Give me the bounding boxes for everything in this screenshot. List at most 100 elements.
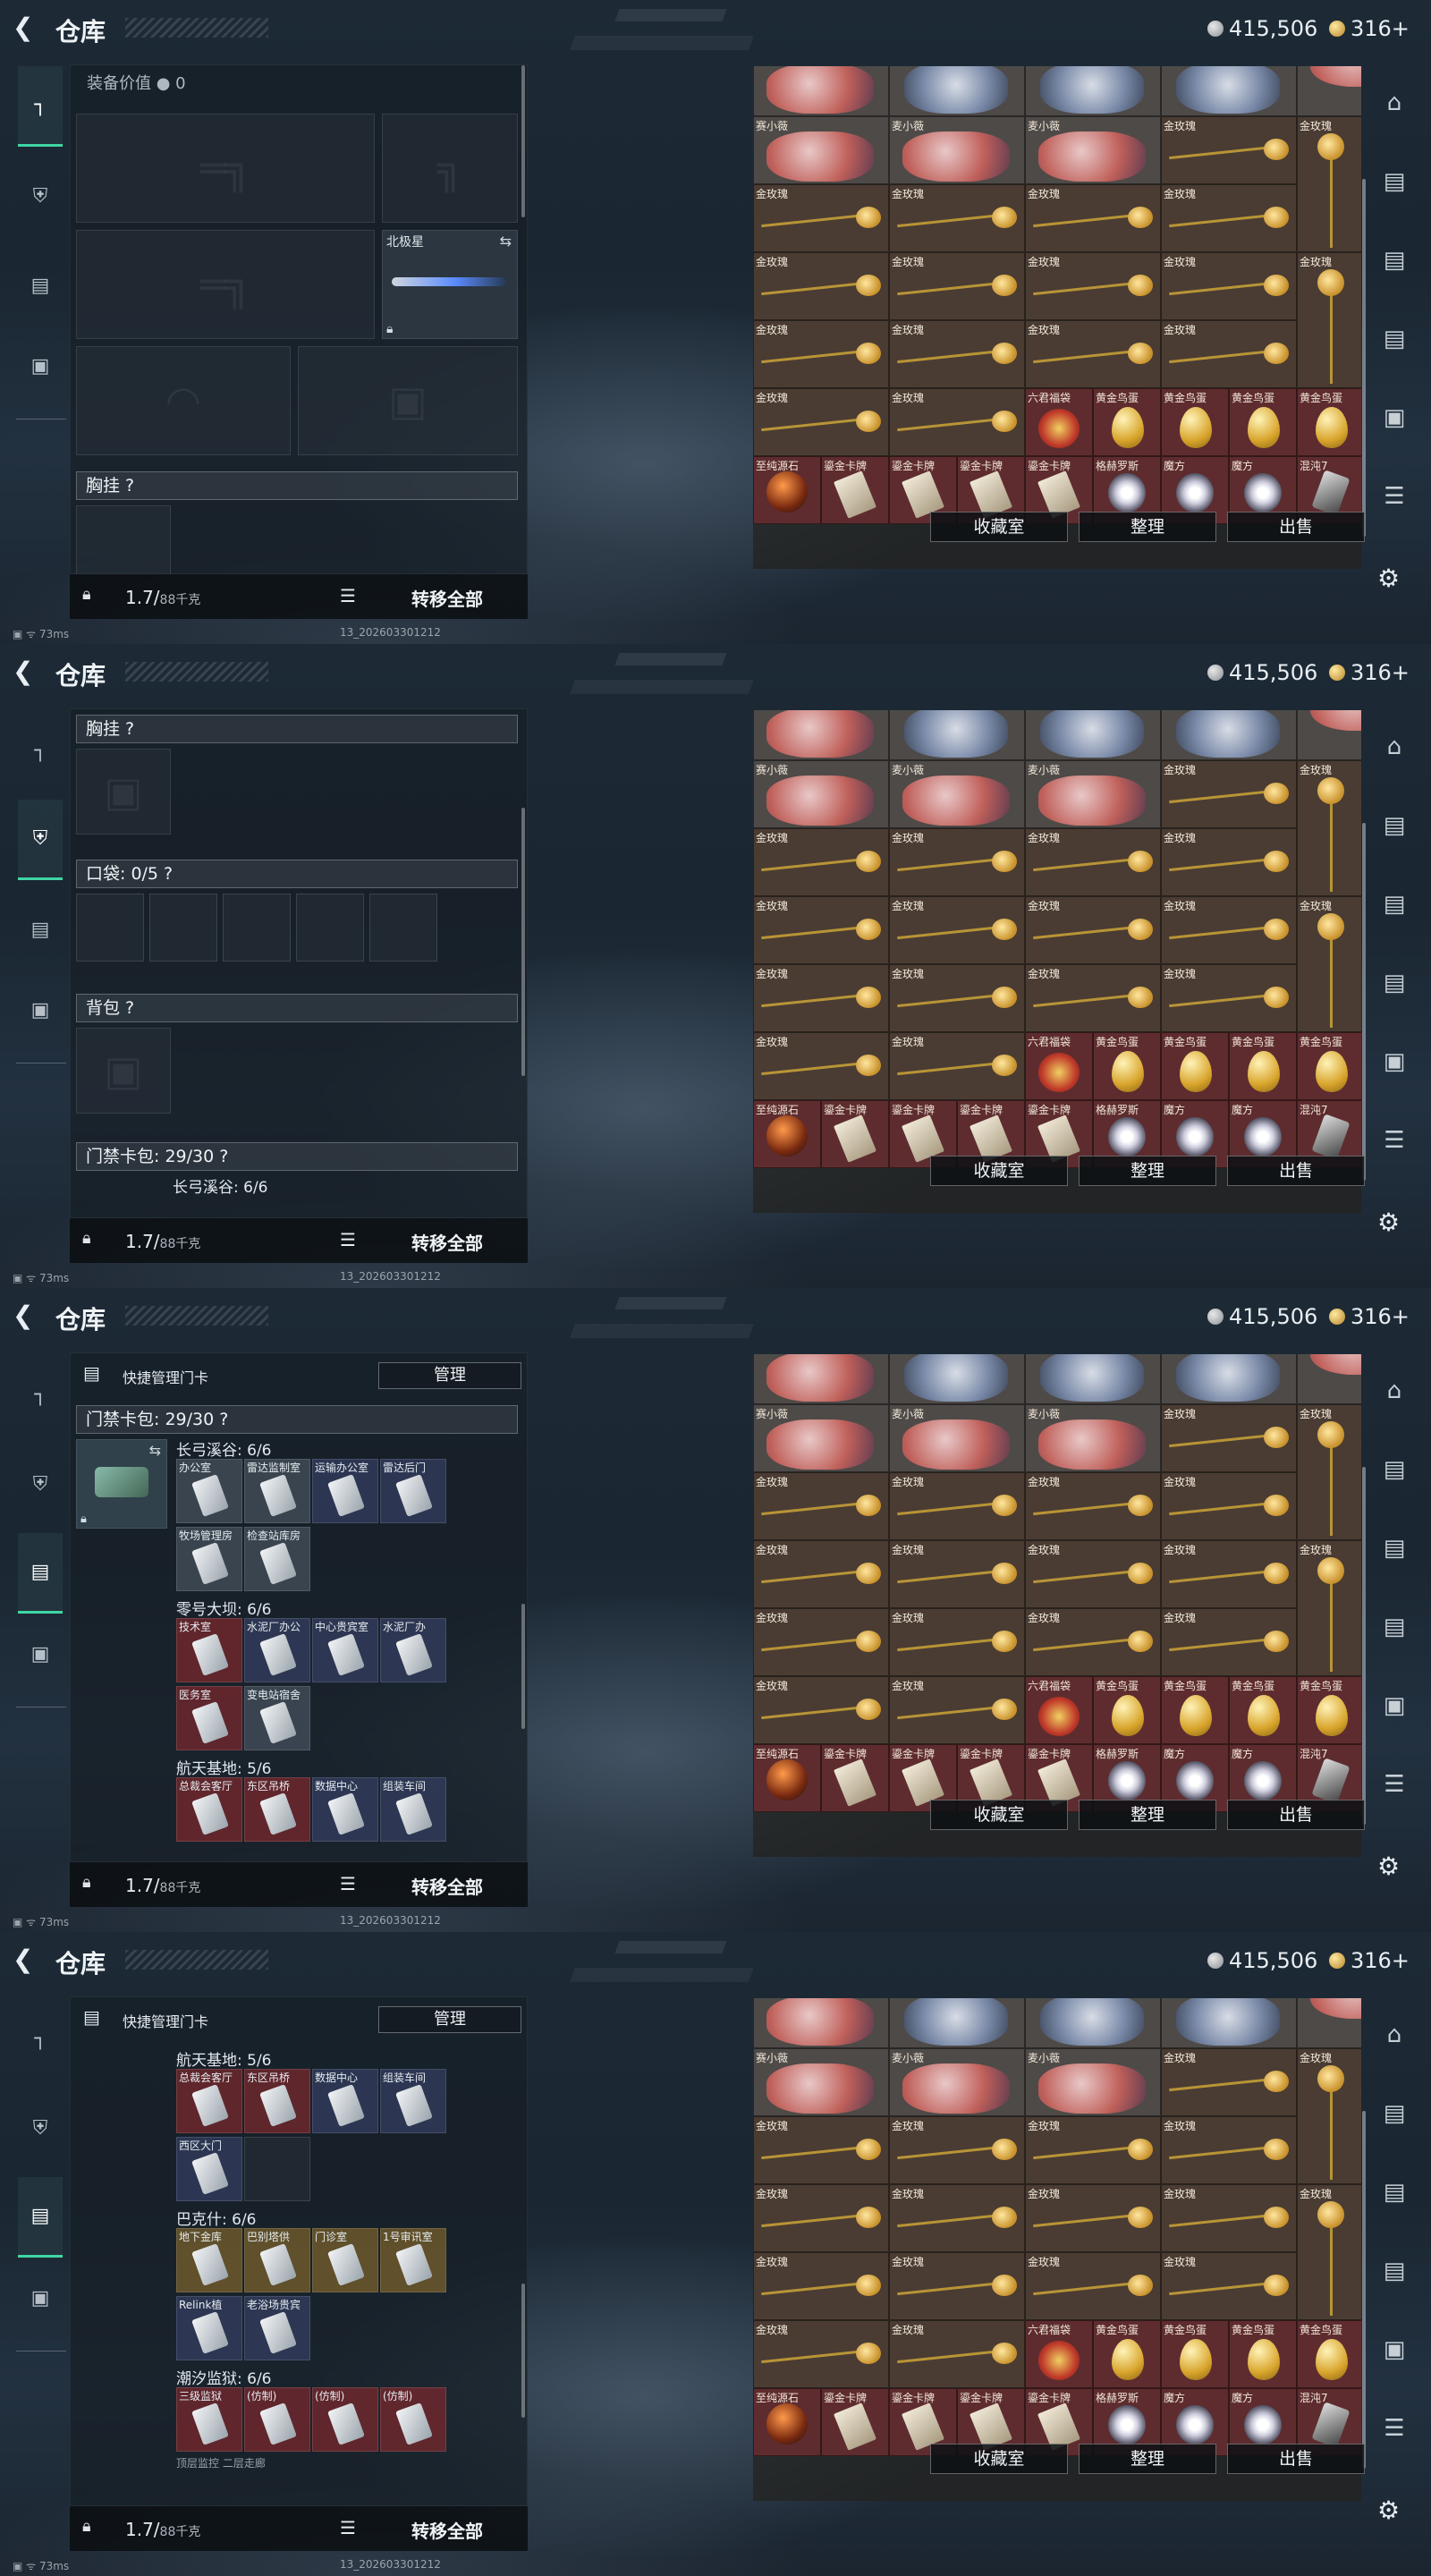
pocket-slot[interactable] xyxy=(149,894,217,962)
stash-item[interactable]: 赛小薇 xyxy=(753,760,889,828)
stash-item[interactable]: 金玫瑰 xyxy=(889,1676,1025,1744)
stash-item[interactable]: 金玫瑰 xyxy=(1297,1540,1361,1676)
case-icon[interactable]: ▤ xyxy=(1376,2174,1413,2211)
stash-item[interactable]: 麦小薇 xyxy=(889,2048,1025,2116)
arch-icon[interactable]: ⌂ xyxy=(1376,2016,1413,2054)
stash-item[interactable]: 金玫瑰 xyxy=(1161,320,1297,388)
helmet-slot[interactable]: ◠ xyxy=(76,346,291,455)
pocket-slot[interactable] xyxy=(296,894,364,962)
keycard-item[interactable]: 组装车间 xyxy=(380,2069,446,2133)
stash-item[interactable]: 金玫瑰 xyxy=(1025,1608,1161,1676)
vest-slot[interactable]: ▣ xyxy=(76,749,171,835)
keycard-item[interactable]: Relink植 xyxy=(176,2296,242,2360)
stash-item[interactable]: 金玫瑰 xyxy=(1161,1472,1297,1540)
stash-item[interactable]: 阿米娅 xyxy=(1025,710,1161,760)
stash-item[interactable]: 黄金鸟蛋 xyxy=(1093,1032,1161,1100)
stash-item[interactable]: 金玫瑰 xyxy=(753,828,889,896)
camera-icon[interactable]: ▣ xyxy=(1376,399,1413,436)
pocket-slot[interactable] xyxy=(369,894,437,962)
stash-item[interactable]: 金玫瑰 xyxy=(1025,896,1161,964)
stash-item[interactable]: 金玫瑰 xyxy=(753,1540,889,1608)
camera-icon[interactable]: ▣ xyxy=(1376,2331,1413,2368)
stash-item[interactable]: 黄金鸟蛋 xyxy=(1161,388,1229,456)
gear-icon[interactable]: ⚙ xyxy=(1377,1852,1400,1881)
stash-item[interactable]: 金玫瑰 xyxy=(889,2320,1025,2388)
keycard-item[interactable]: 医务室 xyxy=(176,1686,242,1750)
tab-case[interactable]: ▣ xyxy=(18,970,63,1050)
stash-item[interactable]: 黄金鸟蛋 xyxy=(1161,2320,1229,2388)
stash-item[interactable]: 金玫瑰 xyxy=(1025,1472,1161,1540)
vest-slot[interactable] xyxy=(76,505,171,575)
stash-item[interactable]: 金玫瑰 xyxy=(889,1032,1025,1100)
stash-item[interactable]: 金玫瑰 xyxy=(1025,252,1161,320)
case-icon[interactable]: ▤ xyxy=(1376,163,1413,200)
keycard-item[interactable]: 西区大门 xyxy=(176,2137,242,2201)
keycard-item[interactable]: 雷达监制室 xyxy=(244,1459,310,1523)
stash-item[interactable]: 阿米娅 xyxy=(1161,1998,1297,2048)
sell-button[interactable]: 出售 xyxy=(1227,1800,1365,1830)
lock-icon[interactable]: 🔒︎ xyxy=(82,1873,98,1893)
stash-item[interactable]: 金玫瑰 xyxy=(1161,828,1297,896)
stash-item[interactable]: 金玫瑰 xyxy=(1161,184,1297,252)
stash-item[interactable]: 金玫瑰 xyxy=(753,1032,889,1100)
stash-item[interactable]: 金玫瑰 xyxy=(753,964,889,1032)
lock-icon[interactable]: 🔒︎ xyxy=(82,585,98,605)
sort-button[interactable]: 整理 xyxy=(1079,2444,1216,2474)
stash-item[interactable]: 黄金鸟蛋 xyxy=(1093,1676,1161,1744)
sell-button[interactable]: 出售 xyxy=(1227,512,1365,542)
back-icon[interactable]: ❮ xyxy=(13,1302,43,1329)
chevron-icon[interactable]: ☰ xyxy=(1376,478,1413,515)
tab-weapon[interactable]: ┐ xyxy=(18,66,63,147)
stash-item[interactable]: 鎏金卡牌 xyxy=(821,456,889,524)
stash-item[interactable]: 金玫瑰 xyxy=(1025,184,1161,252)
keycard-item[interactable]: 1号审讯室 xyxy=(380,2228,446,2292)
case-icon[interactable]: ▤ xyxy=(1376,807,1413,844)
collection-room-button[interactable]: 收藏室 xyxy=(930,512,1068,542)
keycard-item[interactable]: 运输办公室 xyxy=(312,1459,378,1523)
keycard-item[interactable]: 门诊室 xyxy=(312,2228,378,2292)
case-icon[interactable]: ▤ xyxy=(1376,242,1413,279)
lock-icon[interactable]: 🔒︎ xyxy=(82,2517,98,2537)
stash-item[interactable]: 金玫瑰 xyxy=(1161,2184,1297,2252)
stash-item[interactable]: 金玫瑰 xyxy=(1297,896,1361,1032)
transfer-all-button[interactable]: 转移全部 xyxy=(411,585,483,611)
transfer-all-button[interactable]: 转移全部 xyxy=(411,1229,483,1255)
arch-icon[interactable]: ⌂ xyxy=(1376,84,1413,122)
stash-item[interactable]: 金玫瑰 xyxy=(889,2116,1025,2184)
stash-item[interactable]: 鎏金卡牌 xyxy=(821,2388,889,2456)
stash-item[interactable]: 麦小薇 xyxy=(1025,1404,1161,1472)
stash-item[interactable]: 金玫瑰 xyxy=(889,1540,1025,1608)
chevron-icon[interactable]: ☰ xyxy=(1376,1766,1413,1803)
stash-item[interactable]: 金玫瑰 xyxy=(753,252,889,320)
keycard-item[interactable]: 雷达后门 xyxy=(380,1459,446,1523)
stash-item[interactable]: 金玫瑰 xyxy=(753,1608,889,1676)
gear-icon[interactable]: ⚙ xyxy=(1377,1208,1400,1237)
stash-item[interactable]: 阿米娅 xyxy=(889,1998,1025,2048)
stash-item[interactable]: 金玫瑰 xyxy=(889,184,1025,252)
keycard-item[interactable]: 总裁会客厅 xyxy=(176,2069,242,2133)
tab-weapon[interactable]: ┐ xyxy=(18,1998,63,2079)
stash-item[interactable]: 鎏金卡牌 xyxy=(821,1100,889,1168)
stash-item[interactable]: 黄金鸟蛋 xyxy=(1093,2320,1161,2388)
gold-currency[interactable]: 316+ xyxy=(1329,660,1410,685)
panel-scrollbar[interactable] xyxy=(521,2284,525,2418)
chevron-icon[interactable]: ☰ xyxy=(1376,2410,1413,2447)
transfer-all-button[interactable]: 转移全部 xyxy=(411,2517,483,2543)
collection-room-button[interactable]: 收藏室 xyxy=(930,1156,1068,1186)
vest-section-header[interactable]: 胸挂 ? xyxy=(76,471,518,500)
keycard-pack-header[interactable]: 门禁卡包: 29/30 ? xyxy=(76,1405,518,1434)
stash-item[interactable]: 金玫瑰 xyxy=(753,896,889,964)
keycard-item[interactable]: 变电站宿舍 xyxy=(244,1686,310,1750)
stash-item[interactable]: 六君福袋 xyxy=(1025,2320,1093,2388)
stash-item[interactable]: 金玫瑰 xyxy=(753,1676,889,1744)
stash-item[interactable]: 六君福袋 xyxy=(1025,388,1093,456)
stash-item[interactable]: 金玫瑰 xyxy=(1161,1540,1297,1608)
stash-item[interactable]: 金玫瑰 xyxy=(1161,760,1297,828)
keycard-item[interactable]: 水泥厂办 xyxy=(380,1618,446,1682)
stash-item[interactable]: 兰小登 xyxy=(753,1998,889,2048)
stash-item[interactable]: 金玫瑰 xyxy=(753,184,889,252)
list-icon[interactable]: ☰ xyxy=(340,585,356,606)
tab-weapon[interactable]: ┐ xyxy=(18,1354,63,1435)
stash-item[interactable]: 黄金鸟蛋 xyxy=(1297,2320,1361,2388)
stash-item[interactable]: 阿米娅 xyxy=(1025,1998,1161,2048)
